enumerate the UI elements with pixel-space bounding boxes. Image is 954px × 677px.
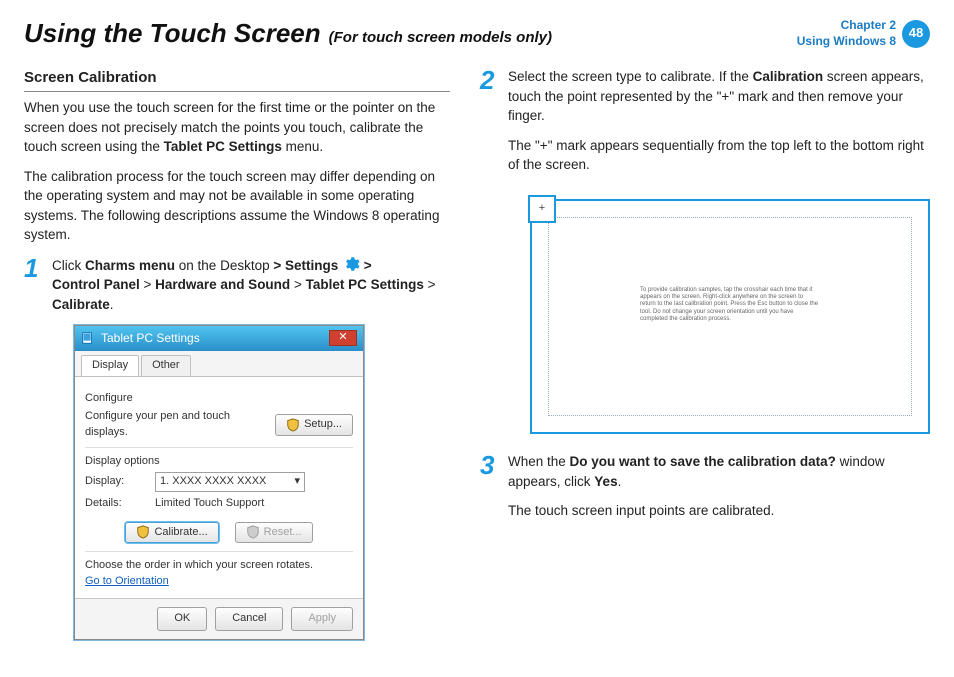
calibrate-button[interactable]: Calibrate... [125,522,218,544]
tab-other[interactable]: Other [141,355,191,376]
details-value: Limited Touch Support [155,496,264,512]
calibration-instruction-text: To provide calibration samples, tap the … [640,287,820,323]
display-select[interactable]: 1. XXXX XXXX XXXX ▾ [155,472,305,492]
calibration-screen-figure: + To provide calibration samples, tap th… [530,199,930,434]
chevron-down-icon: ▾ [294,474,300,490]
display-row: Display: 1. XXXX XXXX XXXX ▾ [85,472,353,492]
reset-button[interactable]: Reset... [235,522,313,544]
chapter-number: Chapter 2 [797,18,896,34]
details-row: Details: Limited Touch Support [85,496,353,512]
page-number-badge: 48 [902,20,930,48]
rotate-section: Choose the order in which your screen ro… [85,551,353,590]
step-1: 1 Click Charms menu on the Desktop > Set… [24,255,450,315]
page-title: Using the Touch Screen [24,18,321,49]
tablet-pc-settings-dialog: Tablet PC Settings ✕ Display Other Confi… [74,325,364,641]
step-2-paragraph-2: The "+" mark appears sequentially from t… [508,136,930,175]
step-3-body: When the Do you want to save the calibra… [508,452,930,531]
right-column: 2 Select the screen type to calibrate. I… [480,67,930,640]
step-number-2: 2 [480,67,500,185]
step-number-1: 1 [24,255,44,315]
step-3-paragraph-2: The touch screen input points are calibr… [508,501,930,521]
rotate-text: Choose the order in which your screen ro… [85,558,353,574]
intro-paragraph-1: When you use the touch screen for the fi… [24,98,450,157]
setup-button[interactable]: Setup... [275,414,353,436]
dialog-footer: OK Cancel Apply [75,598,363,639]
content-columns: Screen Calibration When you use the touc… [24,67,930,640]
calibrate-reset-row: Calibrate... Reset... [85,522,353,544]
section-heading: Screen Calibration [24,67,450,92]
intro-paragraph-2: The calibration process for the touch sc… [24,167,450,245]
dialog-title: Tablet PC Settings [101,330,200,347]
dialog-body: Configure Configure your pen and touch d… [75,377,363,598]
apply-button[interactable]: Apply [291,607,353,631]
display-options-label: Display options [85,447,353,470]
dialog-icon [81,331,95,345]
orientation-link[interactable]: Go to Orientation [85,575,169,587]
step-number-3: 3 [480,452,500,531]
shield-icon [136,525,150,539]
chapter-info: Chapter 2 Using Windows 8 48 [797,18,930,49]
step-1-body: Click Charms menu on the Desktop > Setti… [52,255,450,315]
title-group: Using the Touch Screen (For touch screen… [24,18,552,49]
settings-gear-icon [342,255,360,273]
display-label: Display: [85,474,145,490]
calibration-crosshair-icon: + [528,195,556,223]
shield-icon [286,418,300,432]
configure-row: Configure your pen and touch displays. S… [85,409,353,441]
ok-button[interactable]: OK [157,607,207,631]
close-icon[interactable]: ✕ [329,330,357,346]
step-2: 2 Select the screen type to calibrate. I… [480,67,930,185]
tab-display[interactable]: Display [81,355,139,376]
cancel-button[interactable]: Cancel [215,607,283,631]
page-subtitle: (For touch screen models only) [329,29,552,46]
page-header: Using the Touch Screen (For touch screen… [24,18,930,49]
dialog-tabs: Display Other [75,351,363,377]
left-column: Screen Calibration When you use the touc… [24,67,450,640]
dialog-titlebar[interactable]: Tablet PC Settings ✕ [75,326,363,351]
configure-text: Configure your pen and touch displays. [85,409,235,441]
shield-icon [246,525,260,539]
configure-group-label: Configure [85,391,353,407]
step-2-body: Select the screen type to calibrate. If … [508,67,930,185]
details-label: Details: [85,496,145,512]
chapter-name: Using Windows 8 [797,34,896,50]
step-3: 3 When the Do you want to save the calib… [480,452,930,531]
